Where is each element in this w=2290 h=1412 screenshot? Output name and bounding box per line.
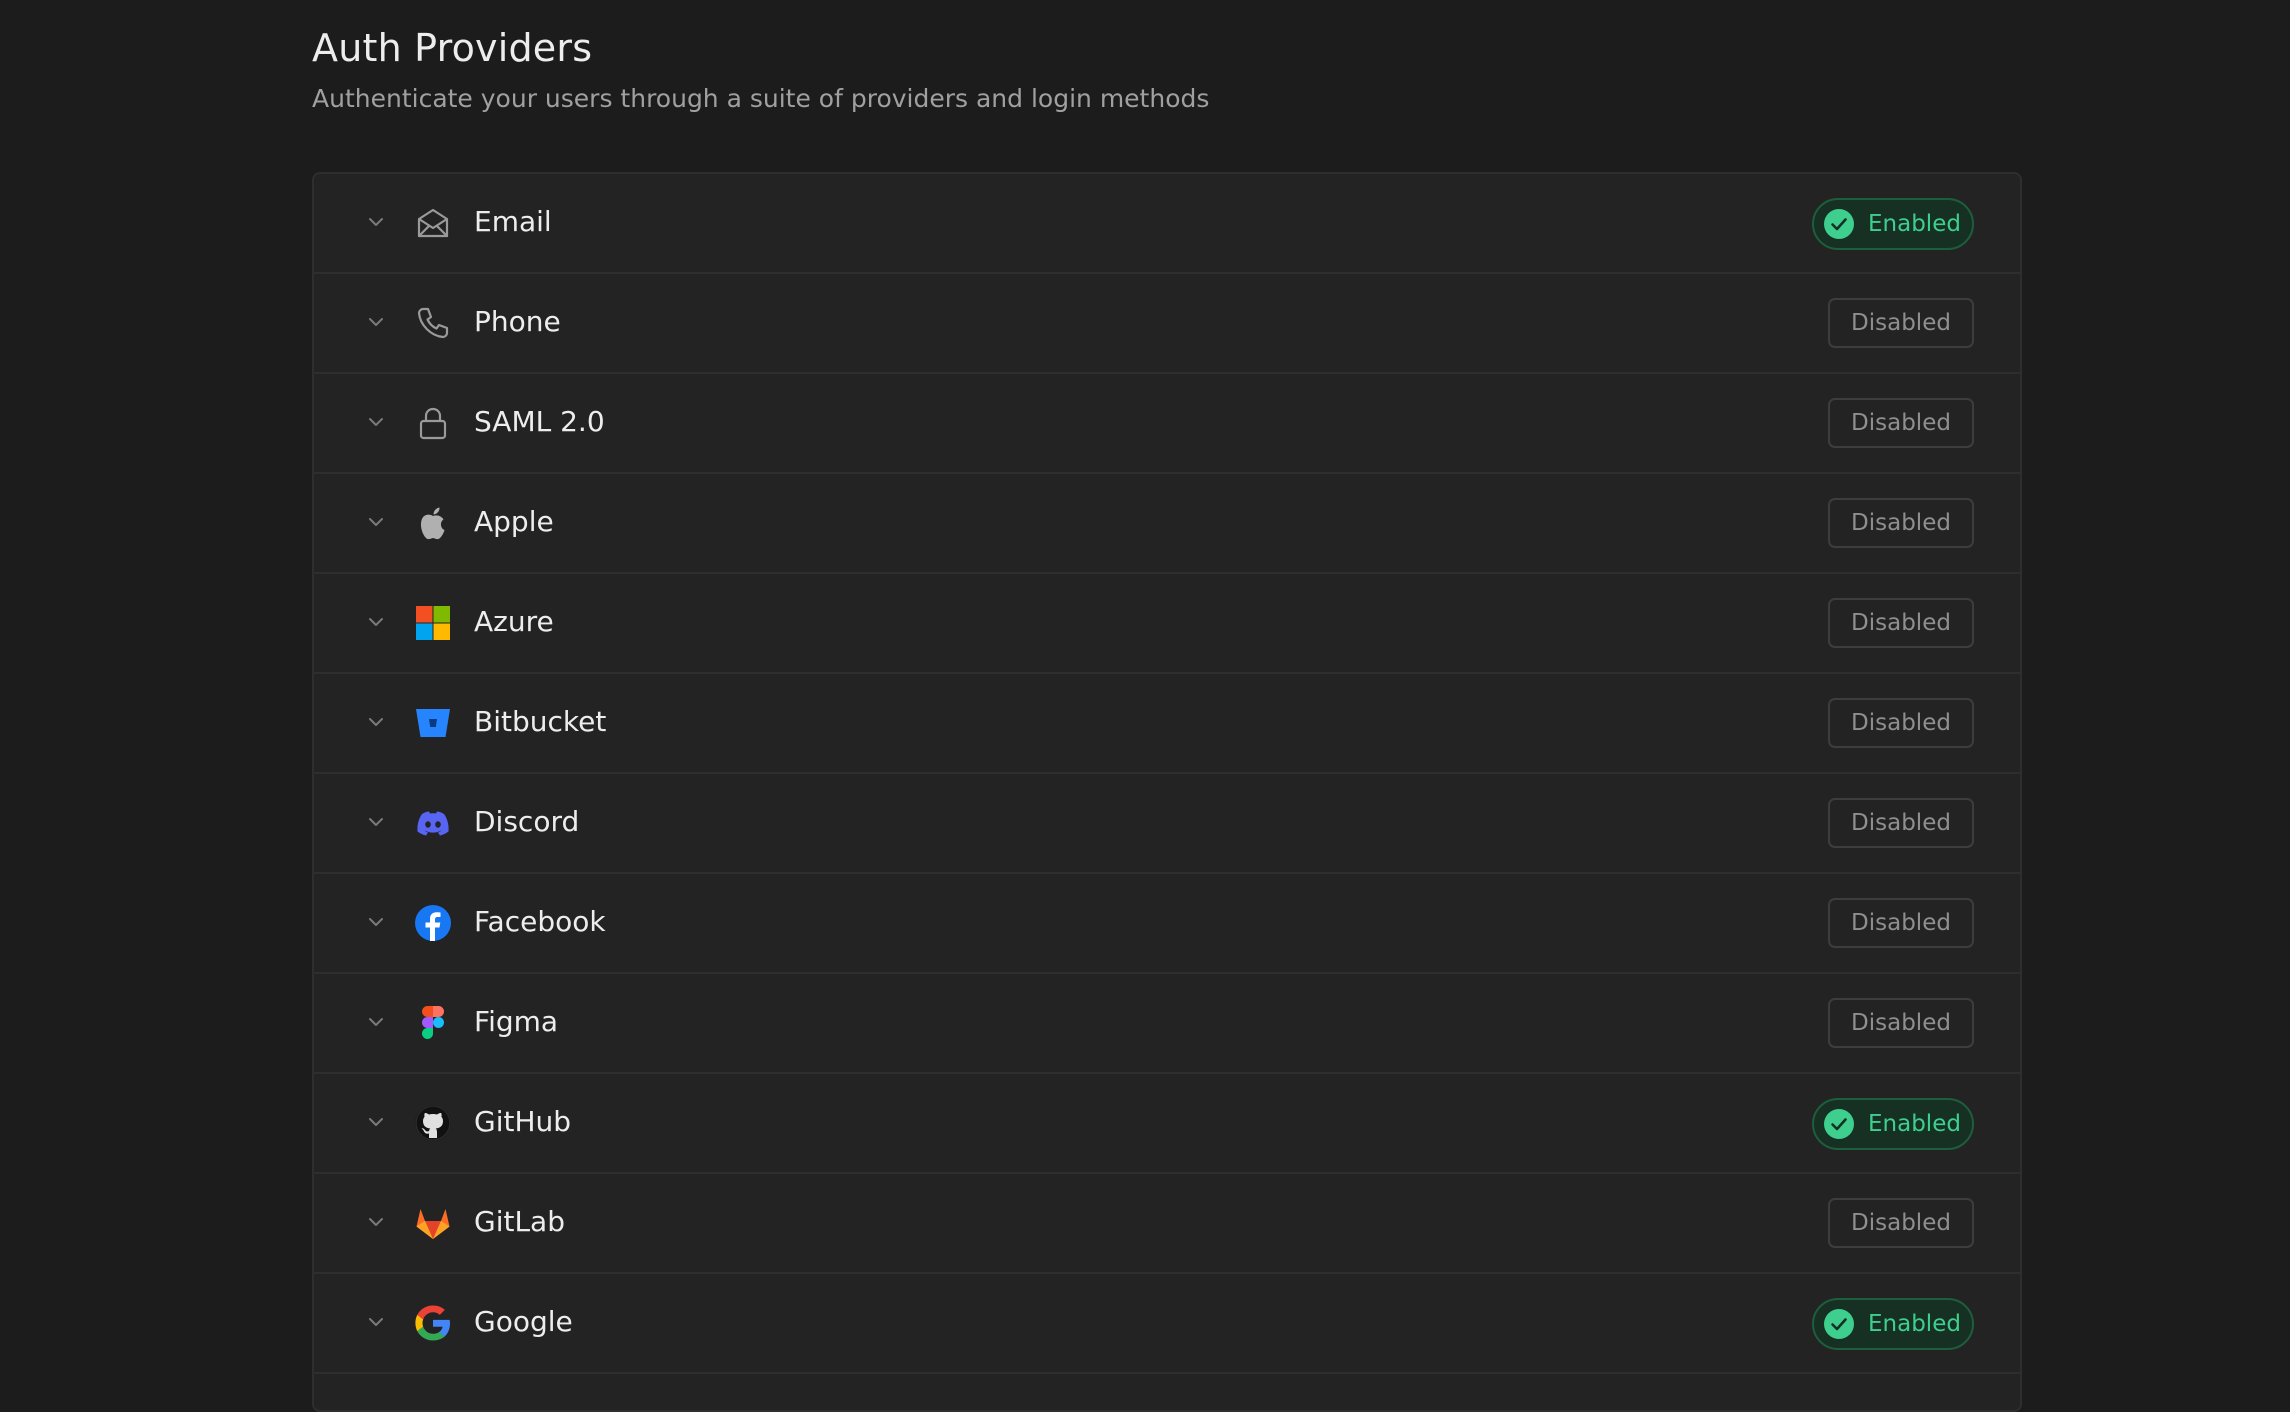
phone-icon	[414, 304, 452, 342]
chevron-down-icon[interactable]	[366, 1112, 386, 1132]
azure-icon	[414, 604, 452, 642]
provider-label: GitLab	[474, 1205, 565, 1238]
chevron-down-icon[interactable]	[366, 312, 386, 332]
check-circle-icon	[1824, 209, 1854, 239]
status-badge: Disabled	[1828, 1198, 1974, 1248]
figma-icon	[414, 1004, 452, 1042]
chevron-down-icon[interactable]	[366, 612, 386, 632]
check-circle-icon	[1824, 1309, 1854, 1339]
provider-label: Bitbucket	[474, 705, 607, 738]
bitbucket-icon	[414, 704, 452, 742]
provider-label: Email	[474, 205, 552, 238]
provider-row-phone[interactable]: Phone Disabled	[314, 274, 2020, 374]
provider-label: SAML 2.0	[474, 405, 605, 438]
chevron-down-icon[interactable]	[366, 812, 386, 832]
provider-row-github[interactable]: GitHub Enabled	[314, 1074, 2020, 1174]
page-subtitle: Authenticate your users through a suite …	[312, 84, 1210, 113]
provider-label: Phone	[474, 305, 561, 338]
discord-icon	[414, 804, 452, 842]
status-badge: Disabled	[1828, 398, 1974, 448]
chevron-down-icon[interactable]	[366, 1012, 386, 1032]
status-badge: Disabled	[1828, 898, 1974, 948]
status-badge: Disabled	[1828, 798, 1974, 848]
status-badge: Enabled	[1812, 198, 1974, 250]
status-badge-label: Enabled	[1868, 211, 1961, 237]
provider-label: Figma	[474, 1005, 559, 1038]
provider-label: GitHub	[474, 1105, 572, 1138]
chevron-down-icon[interactable]	[366, 212, 386, 232]
providers-list: Email Enabled Phone Disabled SAML 2.0 Di…	[312, 172, 2022, 1412]
chevron-down-icon[interactable]	[366, 712, 386, 732]
provider-label: Google	[474, 1305, 573, 1338]
page-header: Auth Providers Authenticate your users t…	[312, 24, 1209, 116]
gitlab-icon	[414, 1204, 452, 1242]
provider-row-azure[interactable]: Azure Disabled	[314, 574, 2020, 674]
status-badge: Disabled	[1828, 698, 1974, 748]
provider-label: Azure	[474, 605, 554, 638]
provider-row-bitbucket[interactable]: Bitbucket Disabled	[314, 674, 2020, 774]
status-badge-label: Enabled	[1868, 1311, 1961, 1337]
status-badge: Disabled	[1828, 998, 1974, 1048]
status-badge: Enabled	[1812, 1298, 1974, 1350]
status-badge: Disabled	[1828, 598, 1974, 648]
facebook-icon	[414, 904, 452, 942]
provider-row-apple[interactable]: Apple Disabled	[314, 474, 2020, 574]
provider-row-saml[interactable]: SAML 2.0 Disabled	[314, 374, 2020, 474]
status-badge: Disabled	[1828, 498, 1974, 548]
status-badge: Disabled	[1828, 298, 1974, 348]
lock-icon	[414, 404, 452, 442]
provider-row-email[interactable]: Email Enabled	[314, 174, 2020, 274]
google-icon	[414, 1304, 452, 1342]
provider-label: Discord	[474, 805, 580, 838]
github-icon	[414, 1104, 452, 1142]
chevron-down-icon[interactable]	[366, 512, 386, 532]
provider-label: Apple	[474, 505, 554, 538]
chevron-down-icon[interactable]	[366, 412, 386, 432]
page-title: Auth Providers	[312, 26, 593, 70]
chevron-down-icon[interactable]	[366, 1212, 386, 1232]
provider-row-discord[interactable]: Discord Disabled	[314, 774, 2020, 874]
provider-row-figma[interactable]: Figma Disabled	[314, 974, 2020, 1074]
status-badge-label: Enabled	[1868, 1111, 1961, 1137]
check-circle-icon	[1824, 1109, 1854, 1139]
chevron-down-icon[interactable]	[366, 912, 386, 932]
provider-row-facebook[interactable]: Facebook Disabled	[314, 874, 2020, 974]
status-badge: Enabled	[1812, 1098, 1974, 1150]
provider-row-gitlab[interactable]: GitLab Disabled	[314, 1174, 2020, 1274]
provider-row-google[interactable]: Google Enabled	[314, 1274, 2020, 1374]
chevron-down-icon[interactable]	[366, 1312, 386, 1332]
provider-label: Facebook	[474, 905, 606, 938]
email-icon	[414, 204, 452, 242]
apple-icon	[414, 504, 452, 542]
